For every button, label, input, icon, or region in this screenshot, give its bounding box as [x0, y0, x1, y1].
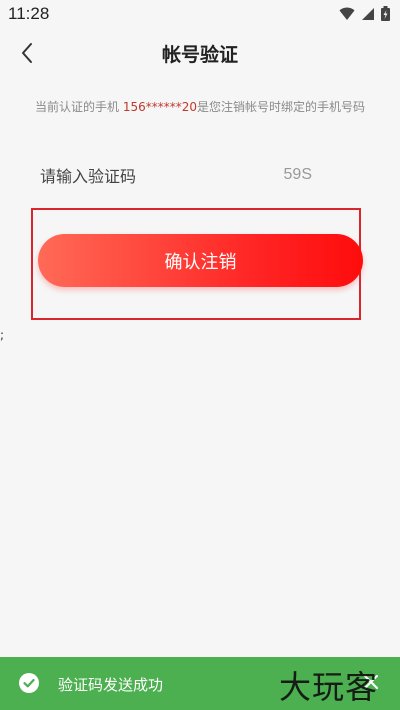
code-row: 59S [40, 164, 320, 188]
signal-icon [361, 6, 375, 25]
notice-prefix: 当前认证的手机 [34, 100, 123, 114]
toast-message: 验证码发送成功 [58, 676, 164, 694]
watermark-logo: 大玩客 [278, 668, 378, 706]
confirm-cancel-account-button[interactable]: 确认注销 [38, 234, 363, 287]
header: 帐号验证 [0, 28, 400, 82]
resend-countdown[interactable]: 59S [284, 166, 312, 184]
page-title: 帐号验证 [161, 44, 238, 66]
verification-notice: 当前认证的手机 156******20是您注销帐号时绑定的手机号码 [0, 98, 400, 115]
notice-suffix: 是您注销帐号时绑定的手机号码 [197, 100, 366, 114]
status-time: 11:28 [8, 4, 50, 23]
status-icons [339, 6, 390, 25]
stray-mark: ; [0, 328, 5, 342]
masked-phone-number: 156******20 [122, 100, 197, 114]
battery-icon [381, 6, 390, 25]
check-circle-icon [19, 673, 39, 693]
status-bar: 11:28 [0, 0, 400, 28]
confirm-button-label: 确认注销 [164, 251, 237, 273]
verification-code-input[interactable] [40, 164, 240, 188]
wifi-icon [339, 6, 355, 25]
